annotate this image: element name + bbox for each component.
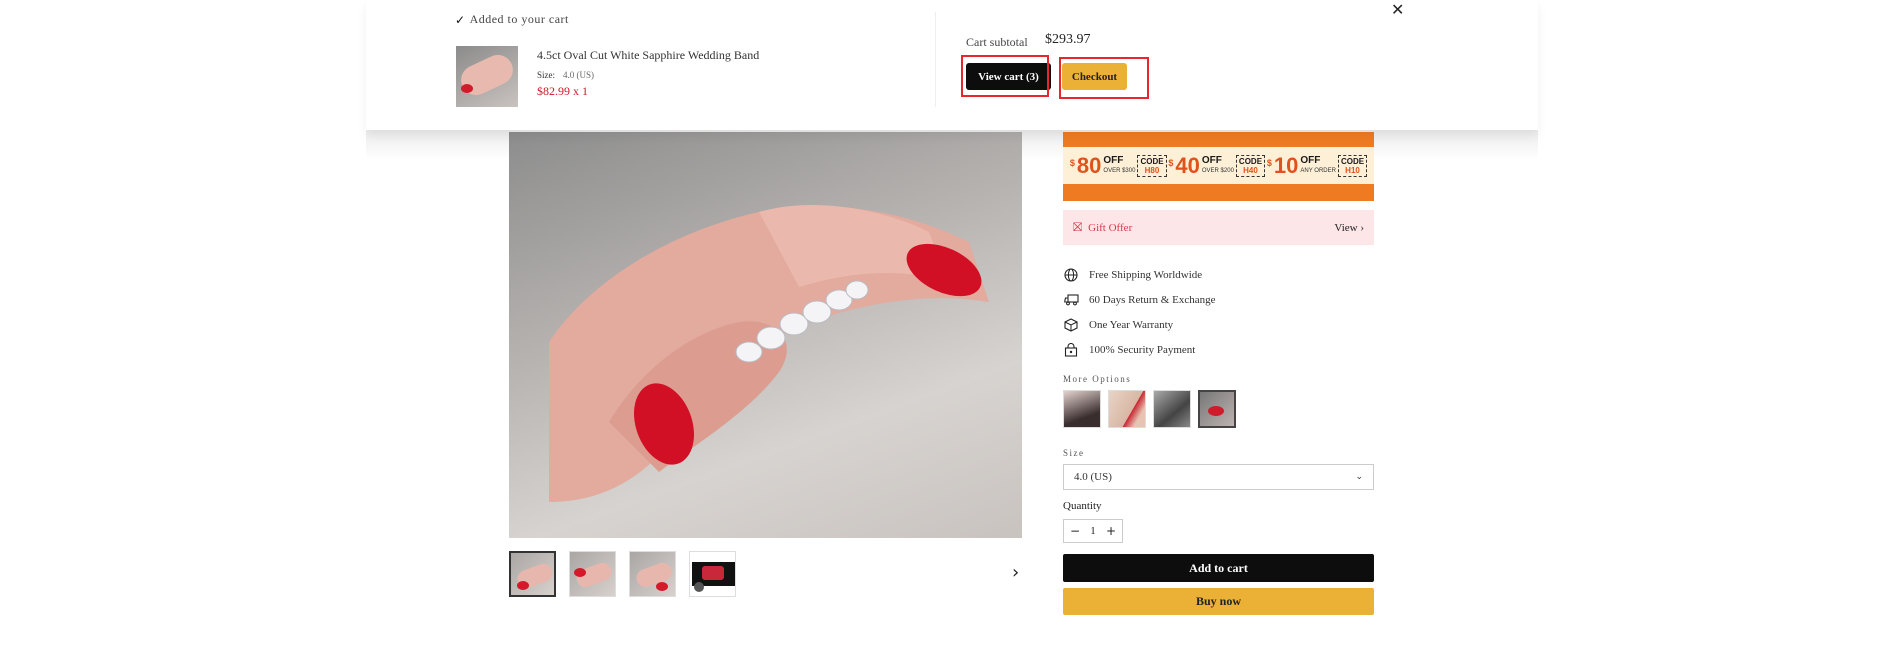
coupon-off: OFF OVER $300 — [1103, 154, 1136, 176]
coupon-amount: 80 — [1076, 152, 1102, 178]
thumbnail-2[interactable] — [569, 551, 616, 597]
coupon-code-value: H40 — [1243, 165, 1258, 175]
gift-offer-label: Gift Offer — [1088, 221, 1133, 234]
box-icon — [1063, 317, 1079, 333]
cart-item-nail — [461, 84, 473, 93]
coupon-amount: 40 — [1175, 152, 1200, 178]
globe-icon — [1063, 267, 1079, 283]
gift-view-label: View — [1334, 221, 1358, 234]
promo-coupons: $ 80 OFF OVER $300 CODE H80 $ 40 OFF OVE… — [1063, 147, 1374, 184]
coupon-10[interactable]: $ 10 OFF ANY ORDER CODE H10 — [1266, 152, 1368, 178]
feature-shipping: Free Shipping Worldwide — [1063, 262, 1374, 287]
cart-item-size-label: Size: — [537, 70, 555, 80]
coupon-code-value: H80 — [1144, 165, 1160, 175]
lock-icon — [1063, 342, 1079, 358]
more-options-label: More Options — [1063, 374, 1132, 384]
minus-icon[interactable]: − — [1070, 524, 1080, 538]
coupon-condition: ANY ORDER — [1300, 167, 1336, 174]
feature-security: 100% Security Payment — [1063, 337, 1374, 362]
coupon-currency: $ — [1069, 157, 1075, 168]
size-label: Size — [1063, 448, 1085, 458]
size-selected-value: 4.0 (US) — [1074, 471, 1112, 483]
coupon-code-label: CODE — [1340, 156, 1365, 166]
coupon-currency: $ — [1266, 157, 1272, 168]
cart-item-title[interactable]: 4.5ct Oval Cut White Sapphire Wedding Ba… — [537, 48, 759, 63]
coupon-40[interactable]: $ 40 OFF OVER $200 CODE H40 — [1168, 152, 1266, 178]
feature-text: One Year Warranty — [1089, 318, 1174, 331]
cart-item-size: Size: 4.0 (US) — [537, 70, 594, 80]
coupon-off-label: OFF — [1201, 154, 1222, 166]
gift-icon: ⛝ — [1073, 220, 1083, 234]
highlight-box-view-cart — [961, 55, 1049, 97]
thumbnail-video[interactable] — [689, 551, 736, 597]
check-icon: ✓ — [455, 12, 466, 27]
added-to-cart-status: ✓ Added to your cart — [455, 12, 569, 27]
thumbnail-1[interactable] — [509, 551, 556, 597]
plus-icon[interactable]: + — [1106, 524, 1116, 538]
coupon-code: CODE H40 — [1235, 154, 1266, 177]
image-thumbnails — [509, 551, 736, 597]
coupon-off: OFF OVER $200 — [1201, 154, 1234, 176]
coupon-code-value: H10 — [1345, 165, 1360, 175]
feature-list: Free Shipping Worldwide 60 Days Return &… — [1063, 262, 1374, 362]
coupon-condition: OVER $200 — [1201, 167, 1234, 174]
coupon-off-label: OFF — [1300, 154, 1321, 166]
quantity-stepper: − 1 + — [1063, 519, 1123, 543]
chevron-right-icon[interactable]: › — [1012, 562, 1019, 583]
added-to-cart-text: Added to your cart — [469, 12, 569, 26]
option-4[interactable] — [1198, 390, 1236, 428]
thumbnail-3[interactable] — [629, 551, 676, 597]
highlight-box-checkout — [1059, 57, 1149, 99]
coupon-off-label: OFF — [1103, 154, 1124, 166]
thumbnail-nail — [574, 568, 586, 577]
chevron-right-icon: › — [1360, 221, 1364, 234]
play-icon — [694, 582, 704, 592]
option-1[interactable] — [1063, 390, 1101, 428]
coupon-code-label: CODE — [1140, 156, 1164, 166]
chevron-down-icon: ⌄ — [1355, 472, 1363, 482]
option-2[interactable] — [1108, 390, 1146, 428]
feature-returns: 60 Days Return & Exchange — [1063, 287, 1374, 312]
close-icon[interactable]: ✕ — [1391, 0, 1404, 19]
gift-offer-bar[interactable]: ⛝ Gift Offer View › — [1063, 210, 1374, 245]
product-details: $ 80 OFF OVER $300 CODE H80 $ 40 OFF OVE… — [1063, 132, 1374, 615]
thumbnail-nail — [656, 582, 668, 591]
size-select[interactable]: 4.0 (US) ⌄ — [1063, 464, 1374, 490]
coupon-off: OFF ANY ORDER — [1300, 154, 1336, 176]
feature-text: 60 Days Return & Exchange — [1089, 293, 1216, 306]
cart-item-price: $82.99 x 1 — [537, 84, 588, 98]
gift-view-link[interactable]: View › — [1334, 222, 1364, 234]
truck-icon — [1063, 292, 1079, 308]
coupon-currency: $ — [1168, 157, 1174, 168]
cart-subtotal-value: $293.97 — [1045, 32, 1091, 47]
option-3[interactable] — [1153, 390, 1191, 428]
quantity-label: Quantity — [1063, 500, 1102, 512]
coupon-code: CODE H80 — [1137, 154, 1167, 177]
main-product-image[interactable] — [509, 132, 1022, 538]
cart-subtotal-label: Cart subtotal — [966, 35, 1028, 49]
promo-banner: $ 80 OFF OVER $300 CODE H80 $ 40 OFF OVE… — [1063, 132, 1374, 201]
coupon-amount: 10 — [1273, 152, 1299, 178]
coupon-code: CODE H10 — [1337, 154, 1368, 177]
coupon-code-label: CODE — [1238, 156, 1263, 166]
feature-text: 100% Security Payment — [1089, 343, 1196, 356]
quantity-value: 1 — [1090, 525, 1096, 537]
popup-divider — [935, 12, 936, 107]
feature-warranty: One Year Warranty — [1063, 312, 1374, 337]
add-to-cart-button[interactable]: Add to cart — [1063, 554, 1374, 582]
feature-text: Free Shipping Worldwide — [1089, 268, 1203, 281]
hand-with-ring-illustration — [549, 204, 989, 502]
coupon-condition: OVER $300 — [1103, 167, 1136, 174]
more-options — [1063, 390, 1374, 428]
cart-item-size-value: 4.0 (US) — [563, 70, 594, 80]
coupon-80[interactable]: $ 80 OFF OVER $300 CODE H80 — [1069, 152, 1167, 178]
cart-item-image[interactable] — [456, 46, 518, 107]
thumbnail-nail — [517, 581, 529, 590]
buy-now-button[interactable]: Buy now — [1063, 588, 1374, 615]
